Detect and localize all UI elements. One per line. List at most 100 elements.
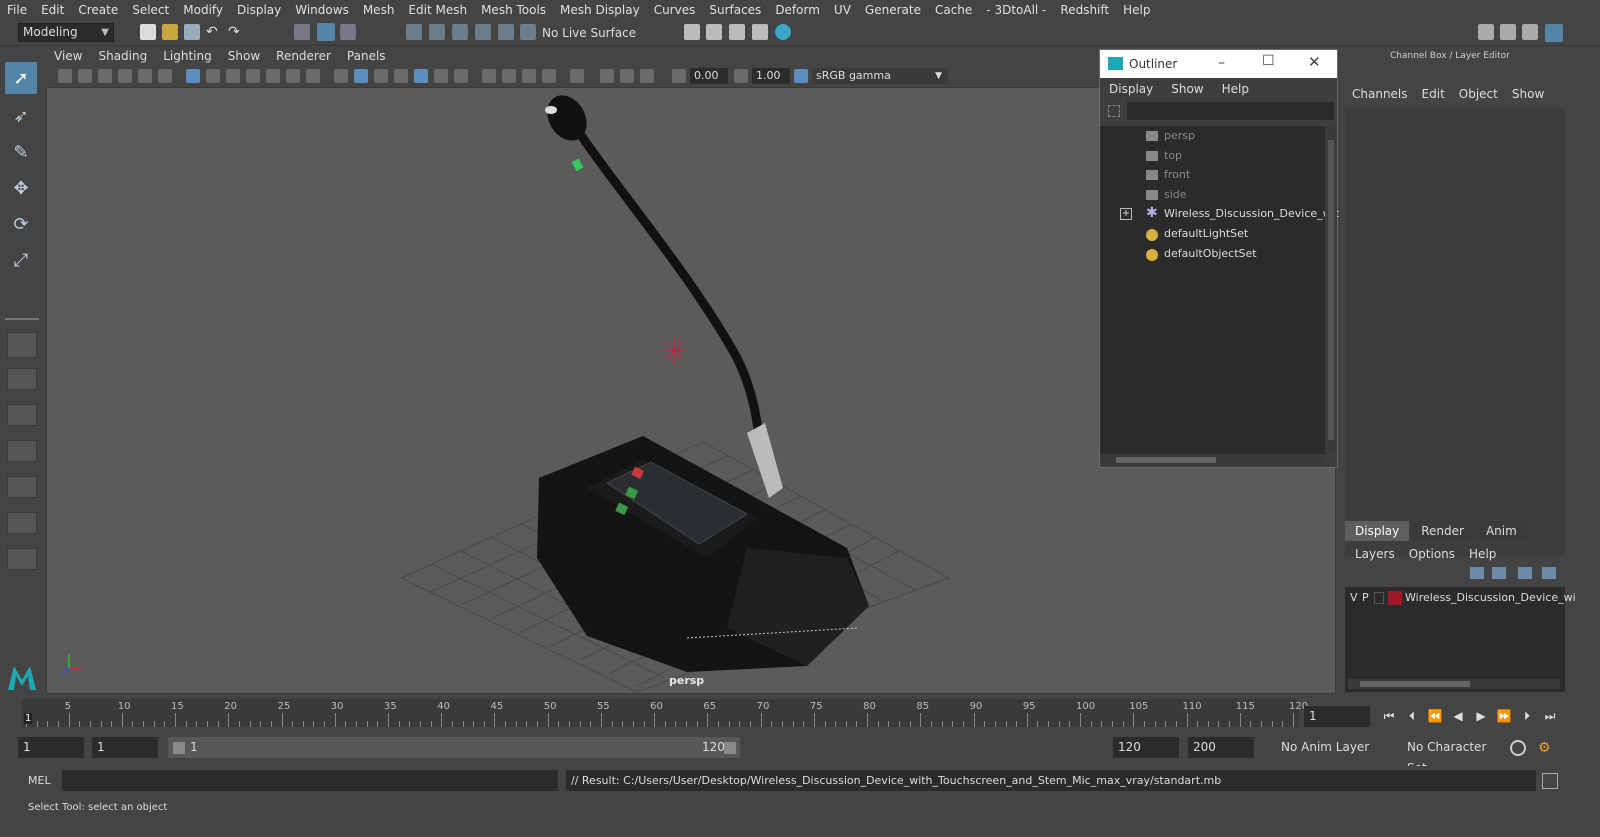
menu-display[interactable]: Display	[230, 3, 288, 17]
field-chart-icon[interactable]	[266, 69, 280, 83]
live-surface-field[interactable]: No Live Surface	[542, 24, 642, 42]
xray-icon[interactable]	[570, 69, 584, 83]
outliner-item-side[interactable]: side	[1100, 185, 1325, 205]
menu-edit-mesh[interactable]: Edit Mesh	[401, 3, 474, 17]
anim-layer-dropdown[interactable]: No Anim Layer	[1276, 737, 1396, 758]
menu-mesh-tools[interactable]: Mesh Tools	[474, 3, 553, 17]
move-tool-icon[interactable]: ✥	[5, 172, 37, 204]
smooth-shade-icon[interactable]	[354, 69, 368, 83]
step-forward-frame-icon[interactable]: ⏵	[1518, 707, 1536, 725]
viewport-menu-show[interactable]: Show	[220, 49, 268, 63]
view-transform-dropdown[interactable]: sRGB gamma ▼	[812, 68, 948, 84]
single-perspective-layout-icon[interactable]	[7, 332, 37, 358]
new-layer-icon[interactable]	[1518, 567, 1532, 579]
range-slider[interactable]: 1 120	[168, 737, 740, 758]
layer-menu-layers[interactable]: Layers	[1348, 547, 1402, 561]
menu-modify[interactable]: Modify	[176, 3, 230, 17]
wireframe-icon[interactable]	[334, 69, 348, 83]
viewport-menu-view[interactable]: View	[46, 49, 90, 63]
persp-outliner-layout-icon[interactable]	[7, 404, 37, 426]
time-slider-ticks[interactable]: 5 10 15 20 25 30 35 40 45 50 55 60 65 70 75 80 85 90 95 100…	[22, 699, 1308, 727]
go-to-end-icon[interactable]: ⏭	[1541, 707, 1559, 725]
lasso-tool-icon[interactable]: ➶	[5, 100, 37, 132]
outliner-titlebar[interactable]: Outliner – ☐ ✕	[1100, 50, 1337, 78]
menu-mesh-display[interactable]: Mesh Display	[553, 3, 647, 17]
layer-playback-toggle[interactable]: P	[1362, 589, 1369, 607]
gamma-icon[interactable]	[734, 69, 748, 83]
snap-curve-icon[interactable]	[429, 24, 445, 40]
snap-grid-icon[interactable]	[406, 24, 422, 40]
screen-space-ao-icon[interactable]	[454, 69, 468, 83]
menu-edit[interactable]: Edit	[34, 3, 71, 17]
multisample-aa-icon[interactable]	[502, 69, 516, 83]
custom-layout-icon[interactable]	[7, 548, 37, 570]
isolate-select-icon[interactable]	[542, 69, 556, 83]
outliner-search-input[interactable]	[1127, 102, 1334, 120]
layer-visibility-toggle[interactable]: V	[1350, 589, 1358, 607]
menu-cache[interactable]: Cache	[928, 3, 979, 17]
outliner-menu-show[interactable]: Show	[1162, 82, 1212, 96]
safe-action-icon[interactable]	[286, 69, 300, 83]
tab-display[interactable]: Display	[1345, 521, 1410, 541]
persp-graph-layout-icon[interactable]	[7, 440, 37, 462]
backface-culling-icon[interactable]	[640, 69, 654, 83]
menu-create[interactable]: Create	[71, 3, 125, 17]
close-icon[interactable]: ✕	[1308, 53, 1321, 71]
playback-start-field[interactable]: 1	[92, 737, 158, 758]
menu-mesh[interactable]: Mesh	[356, 3, 402, 17]
safe-title-icon[interactable]	[306, 69, 320, 83]
arnold-render-icon[interactable]	[775, 24, 791, 40]
channel-menu-object[interactable]: Object	[1452, 87, 1505, 101]
go-to-start-icon[interactable]: ⏮	[1380, 707, 1398, 725]
expand-icon[interactable]: +	[1120, 208, 1132, 221]
bookmark-icon[interactable]	[98, 69, 112, 83]
outliner-item-defaultlightset[interactable]: defaultLightSet	[1100, 224, 1325, 244]
outliner-item-top[interactable]: top	[1100, 146, 1325, 166]
shadows-icon[interactable]	[434, 69, 448, 83]
tab-anim[interactable]: Anim	[1475, 521, 1527, 541]
rotate-tool-icon[interactable]: ⟳	[5, 208, 37, 240]
channel-box-toggle-icon[interactable]	[1545, 24, 1563, 42]
tool-settings-icon[interactable]	[1522, 24, 1538, 40]
scene-start-field[interactable]: 1	[18, 737, 84, 758]
ipr-render-icon[interactable]	[729, 24, 745, 40]
exposure-field[interactable]: 0.00	[690, 68, 728, 84]
outliner-item-persp[interactable]: persp	[1100, 126, 1325, 146]
save-scene-icon[interactable]	[184, 24, 200, 40]
move-layer-down-icon[interactable]	[1492, 567, 1506, 579]
outliner-vertical-scrollbar[interactable]	[1325, 126, 1337, 454]
viewport-menu-lighting[interactable]: Lighting	[155, 49, 220, 63]
channel-menu-channels[interactable]: Channels	[1345, 87, 1415, 101]
animation-prefs-icon[interactable]: ⚙	[1538, 740, 1554, 756]
color-management-icon[interactable]	[794, 69, 808, 83]
filter-icon[interactable]	[1108, 105, 1120, 117]
image-plane-icon[interactable]	[118, 69, 132, 83]
scale-tool-icon[interactable]: ⤢	[5, 244, 37, 276]
snap-plane-icon[interactable]	[475, 24, 491, 40]
command-input[interactable]	[62, 770, 558, 791]
hypershade-icon[interactable]	[752, 24, 768, 40]
script-editor-icon[interactable]	[1542, 773, 1558, 789]
camera-select-icon[interactable]	[58, 69, 72, 83]
menu-uv[interactable]: UV	[827, 3, 858, 17]
minimize-icon[interactable]: –	[1218, 55, 1225, 71]
resolution-gate-icon[interactable]	[226, 69, 240, 83]
exposure-icon[interactable]	[672, 69, 686, 83]
textured-icon[interactable]	[394, 69, 408, 83]
menu-curves[interactable]: Curves	[647, 3, 703, 17]
playhead[interactable]: 1	[24, 713, 33, 724]
viewport-menu-shading[interactable]: Shading	[90, 49, 155, 63]
menu-windows[interactable]: Windows	[288, 3, 356, 17]
grid-toggle-icon[interactable]	[186, 69, 200, 83]
grease-pencil-icon[interactable]	[158, 69, 172, 83]
menu-select[interactable]: Select	[125, 3, 176, 17]
new-layer-selected-icon[interactable]	[1542, 567, 1556, 579]
menu-help[interactable]: Help	[1116, 3, 1157, 17]
menu-3dtoall[interactable]: - 3DtoAll -	[979, 3, 1053, 17]
paint-select-icon[interactable]: ✎	[5, 136, 37, 168]
viewport-menu-renderer[interactable]: Renderer	[268, 49, 339, 63]
playback-end-field[interactable]: 120	[1113, 737, 1179, 758]
auto-key-icon[interactable]	[1510, 740, 1526, 756]
snap-point-icon[interactable]	[452, 24, 468, 40]
xray-active-icon[interactable]	[600, 69, 614, 83]
